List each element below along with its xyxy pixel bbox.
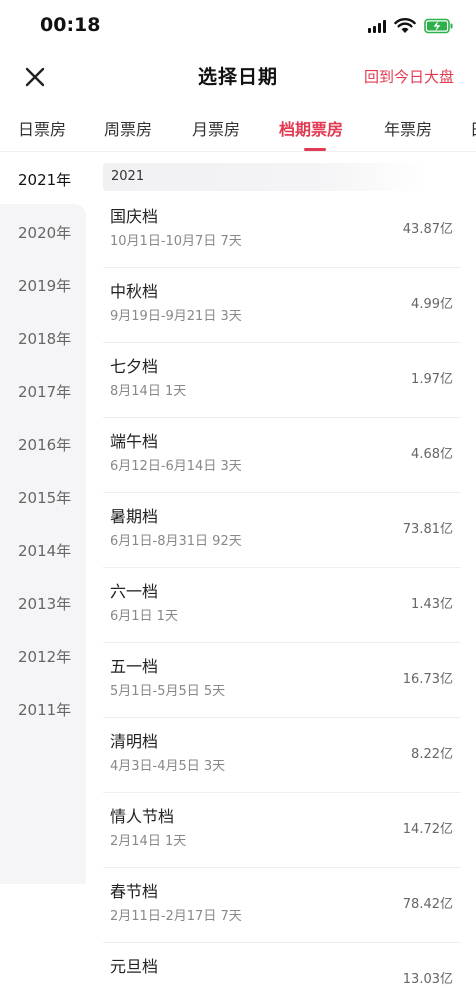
period-box-office: 1.97亿	[411, 372, 453, 387]
period-row[interactable]: 六一档 6月1日 1天 1.43亿	[103, 568, 461, 643]
period-box-office: 78.42亿	[402, 897, 453, 912]
year-item-2015[interactable]: 2015年	[18, 487, 71, 508]
header: 选择日期 回到今日大盘	[0, 50, 476, 102]
period-name: 暑期档	[110, 507, 159, 526]
period-date-range: 2月11日-2月17日 7天	[110, 909, 242, 924]
wifi-icon	[394, 18, 416, 33]
period-name: 清明档	[110, 732, 159, 751]
tab-monthly[interactable]: 月票房	[192, 116, 240, 140]
period-date-range: 6月1日 1天	[110, 609, 178, 624]
back-to-today-button[interactable]: 回到今日大盘	[364, 66, 454, 87]
battery-charging-icon	[424, 18, 453, 34]
period-row[interactable]: 春节档 2月11日-2月17日 7天 78.42亿	[103, 868, 461, 943]
period-row[interactable]: 五一档 5月1日-5月5日 5天 16.73亿	[103, 643, 461, 718]
section-year-label: 2021	[111, 169, 145, 184]
year-item-2016[interactable]: 2016年	[18, 434, 71, 455]
period-name: 元旦档	[110, 957, 159, 976]
period-row[interactable]: 中秋档 9月19日-9月21日 3天 4.99亿	[103, 268, 461, 343]
period-date-range: 10月1日-10月7日 7天	[110, 234, 242, 249]
tab-bar: 日票房 周票房 月票房 档期票房 年票房 日	[0, 104, 476, 152]
period-row[interactable]: 元旦档 13.03亿	[103, 943, 461, 1000]
period-row[interactable]: 七夕档 8月14日 1天 1.97亿	[103, 343, 461, 418]
period-date-range: 8月14日 1天	[110, 384, 187, 399]
period-box-office: 16.73亿	[402, 672, 453, 687]
period-name: 端午档	[110, 432, 159, 451]
tab-holiday-period[interactable]: 档期票房	[279, 116, 343, 140]
period-box-office: 43.87亿	[402, 222, 453, 237]
period-box-office: 4.99亿	[411, 297, 453, 312]
period-box-office: 14.72亿	[402, 822, 453, 837]
period-date-range: 9月19日-9月21日 3天	[110, 309, 242, 324]
year-item-2019[interactable]: 2019年	[18, 275, 71, 296]
year-item-2017[interactable]: 2017年	[18, 381, 71, 402]
period-name: 七夕档	[110, 357, 159, 376]
status-time: 00:18	[40, 14, 101, 36]
period-date-range: 2月14日 1天	[110, 834, 187, 849]
period-date-range: 6月12日-6月14日 3天	[110, 459, 242, 474]
tab-weekly[interactable]: 周票房	[104, 116, 152, 140]
year-item-2021[interactable]: 2021年	[18, 169, 71, 190]
year-item-2011[interactable]: 2011年	[18, 699, 71, 720]
period-date-range: 6月1日-8月31日 92天	[110, 534, 242, 549]
period-name: 国庆档	[110, 207, 159, 226]
year-sidebar: 2021年 2020年 2019年 2018年 2017年 2016年 2015…	[0, 152, 86, 1000]
period-row[interactable]: 暑期档 6月1日-8月31日 92天 73.81亿	[103, 493, 461, 568]
period-row[interactable]: 端午档 6月12日-6月14日 3天 4.68亿	[103, 418, 461, 493]
year-item-2018[interactable]: 2018年	[18, 328, 71, 349]
period-box-office: 1.43亿	[411, 597, 453, 612]
period-name: 五一档	[110, 657, 159, 676]
year-item-2014[interactable]: 2014年	[18, 540, 71, 561]
period-row[interactable]: 国庆档 10月1日-10月7日 7天 43.87亿	[103, 193, 461, 268]
period-date-range: 5月1日-5月5日 5天	[110, 684, 226, 699]
year-item-2013[interactable]: 2013年	[18, 593, 71, 614]
status-icons	[368, 17, 454, 35]
period-box-office: 8.22亿	[411, 747, 453, 762]
tab-overflow[interactable]: 日	[470, 116, 476, 140]
period-box-office: 73.81亿	[402, 522, 453, 537]
period-name: 中秋档	[110, 282, 159, 301]
period-name: 六一档	[110, 582, 159, 601]
year-item-2020[interactable]: 2020年	[18, 222, 71, 243]
cellular-signal-icon	[368, 19, 386, 33]
period-name: 情人节档	[110, 807, 175, 826]
tab-daily[interactable]: 日票房	[18, 116, 66, 140]
period-date-range: 4月3日-4月5日 3天	[110, 759, 226, 774]
active-tab-indicator	[304, 148, 326, 151]
period-row[interactable]: 情人节档 2月14日 1天 14.72亿	[103, 793, 461, 868]
year-item-2012[interactable]: 2012年	[18, 646, 71, 667]
tab-yearly[interactable]: 年票房	[384, 116, 432, 140]
period-box-office: 4.68亿	[411, 447, 453, 462]
year-section-header: 2021	[103, 163, 429, 191]
status-bar: 00:18	[0, 0, 476, 50]
period-row[interactable]: 清明档 4月3日-4月5日 3天 8.22亿	[103, 718, 461, 793]
period-box-office: 13.03亿	[402, 972, 453, 987]
period-name: 春节档	[110, 882, 159, 901]
